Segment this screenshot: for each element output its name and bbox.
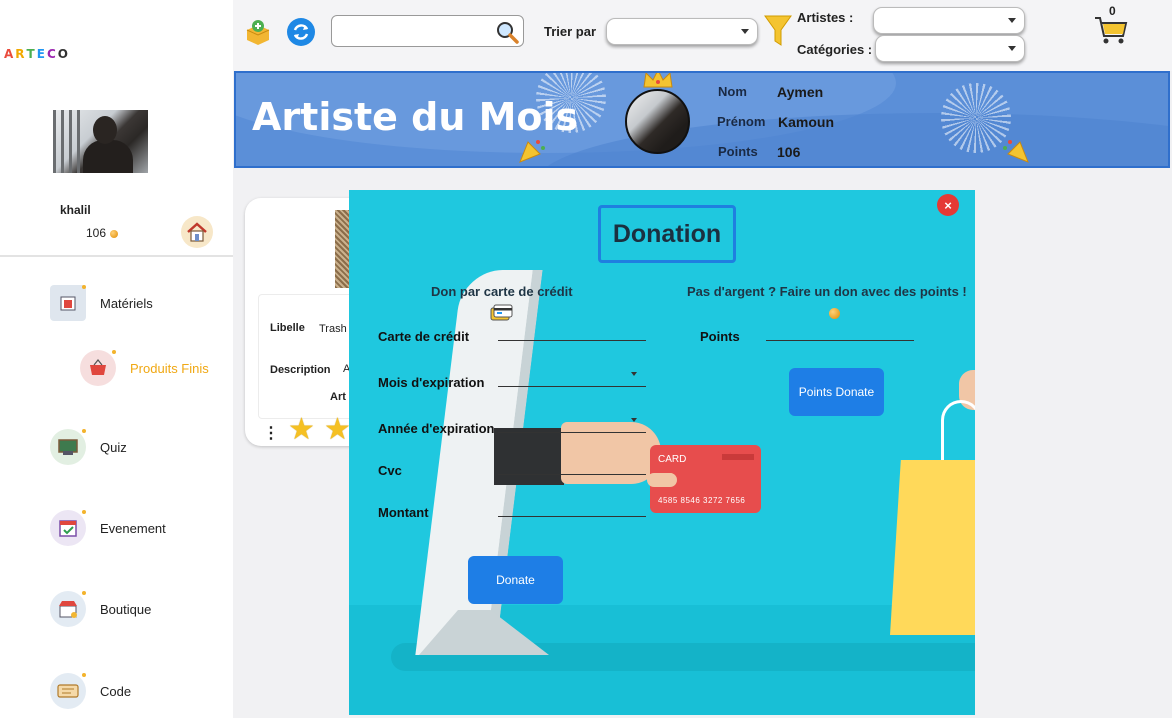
donation-modal: CARD 4585 8546 3272 7656 × Donation Don … xyxy=(349,190,975,715)
points-section-title: Pas d'argent ? Faire un don avec des poi… xyxy=(687,284,967,299)
firework-decoration xyxy=(941,83,1011,153)
sidebar: ARTECO khalil 106 Matériels Produits Fin… xyxy=(0,0,233,718)
categories-label: Catégories : xyxy=(797,42,873,57)
donate-button[interactable]: Donate xyxy=(468,556,563,604)
product-artist-label: Art xyxy=(330,391,346,403)
banner-title: Artiste du Mois xyxy=(252,95,579,139)
box-icon xyxy=(50,285,86,321)
artist-prenom-label: Prénom xyxy=(717,114,766,129)
chevron-down-icon xyxy=(741,29,749,34)
chevron-down-icon[interactable] xyxy=(631,418,637,422)
card-number-input[interactable] xyxy=(498,340,646,341)
party-popper-icon xyxy=(519,140,545,163)
card-label: CARD xyxy=(658,454,687,465)
quiz-board-icon xyxy=(50,429,86,465)
modal-title: Donation xyxy=(598,205,736,263)
chevron-down-icon xyxy=(1008,46,1016,51)
artist-prenom-value: Kamoun xyxy=(778,114,834,130)
product-description-label: Description xyxy=(270,364,331,376)
sort-label: Trier par xyxy=(544,24,597,39)
artist-avatar xyxy=(625,89,690,154)
exp-month-label: Mois d'expiration xyxy=(378,375,485,390)
app-logo: ARTECO xyxy=(4,47,70,61)
home-icon xyxy=(187,222,207,242)
sidebar-item-label: Quiz xyxy=(100,439,127,455)
sidebar-item-label: Produits Finis xyxy=(130,360,209,376)
star-icon[interactable]: ★ xyxy=(324,412,351,447)
ticket-icon xyxy=(50,673,86,709)
card-number-label: Carte de crédit xyxy=(378,329,470,344)
sidebar-item-evenement[interactable]: Evenement xyxy=(50,510,166,546)
shop-icon xyxy=(50,591,86,627)
sidebar-item-label: Boutique xyxy=(100,601,152,617)
product-libelle-value: Trash xyxy=(319,323,347,335)
filter-icon[interactable] xyxy=(764,15,792,52)
cvc-label: Cvc xyxy=(378,463,402,478)
points-donate-button[interactable]: Points Donate xyxy=(789,368,884,416)
coin-icon xyxy=(829,308,840,319)
card-section-title: Don par carte de crédit xyxy=(431,284,573,299)
chevron-down-icon[interactable] xyxy=(631,372,637,376)
calendar-icon xyxy=(50,510,86,546)
credit-card-icon xyxy=(490,304,513,321)
categories-select[interactable] xyxy=(875,35,1025,62)
party-popper-icon xyxy=(1003,140,1029,163)
illustration-thumb xyxy=(647,473,677,487)
sidebar-item-quiz[interactable]: Quiz xyxy=(50,429,127,465)
product-libelle-label: Libelle xyxy=(270,322,305,334)
sidebar-item-label: Matériels xyxy=(100,295,153,311)
more-options-icon[interactable]: ⋮ xyxy=(263,423,279,443)
refresh-icon xyxy=(287,18,315,46)
sidebar-item-boutique[interactable]: Boutique xyxy=(50,591,151,627)
artists-select[interactable] xyxy=(873,7,1025,34)
sidebar-item-label: Code xyxy=(100,683,132,699)
cvc-input[interactable] xyxy=(498,474,646,475)
amount-label: Montant xyxy=(378,505,429,520)
star-icon[interactable]: ★ xyxy=(288,412,315,447)
artist-nom-label: Nom xyxy=(718,84,747,99)
exp-year-select[interactable] xyxy=(498,432,646,433)
artists-label: Artistes : xyxy=(797,10,854,25)
illustration-shopping-bag xyxy=(890,460,975,635)
search-input[interactable] xyxy=(331,15,524,47)
add-box-icon xyxy=(246,20,270,45)
home-button[interactable] xyxy=(181,216,213,248)
sidebar-item-materiels[interactable]: Matériels xyxy=(50,285,153,321)
cart-button[interactable] xyxy=(1093,6,1129,46)
chevron-down-icon xyxy=(1008,18,1016,23)
points-input[interactable] xyxy=(766,340,914,341)
user-name: khalil xyxy=(60,203,91,217)
shopping-basket-icon xyxy=(80,350,116,386)
artist-points-value: 106 xyxy=(777,144,801,160)
sort-select[interactable] xyxy=(606,18,758,45)
points-label: Points xyxy=(700,329,740,344)
add-product-button[interactable] xyxy=(243,17,273,47)
amount-input[interactable] xyxy=(498,516,646,517)
crown-icon xyxy=(643,73,673,88)
close-button[interactable]: × xyxy=(937,194,959,216)
exp-year-label: Année d'expiration xyxy=(378,421,495,436)
exp-month-select[interactable] xyxy=(498,386,646,387)
sidebar-item-produits-finis[interactable]: Produits Finis xyxy=(80,350,209,386)
cart-icon xyxy=(1095,17,1128,44)
card-number: 4585 8546 3272 7656 xyxy=(658,496,746,505)
user-avatar xyxy=(53,110,148,173)
user-points-value: 106 xyxy=(86,226,107,240)
artist-nom-value: Aymen xyxy=(777,84,824,100)
artist-points-label: Points xyxy=(718,144,758,159)
search-icon[interactable] xyxy=(494,19,520,45)
sidebar-divider xyxy=(0,255,233,257)
sidebar-item-label: Evenement xyxy=(100,520,166,536)
refresh-button[interactable] xyxy=(286,17,316,47)
product-card[interactable]: Libelle Trash Description A Art ⋮ ★ ★ xyxy=(245,198,365,446)
artist-of-month-banner: Artiste du Mois Nom Aymen Prénom Kamoun … xyxy=(234,71,1170,168)
sidebar-item-code[interactable]: Code xyxy=(50,673,131,709)
illustration-sleeve xyxy=(494,428,564,485)
coin-icon xyxy=(110,229,119,238)
user-points: 106 xyxy=(86,226,119,240)
